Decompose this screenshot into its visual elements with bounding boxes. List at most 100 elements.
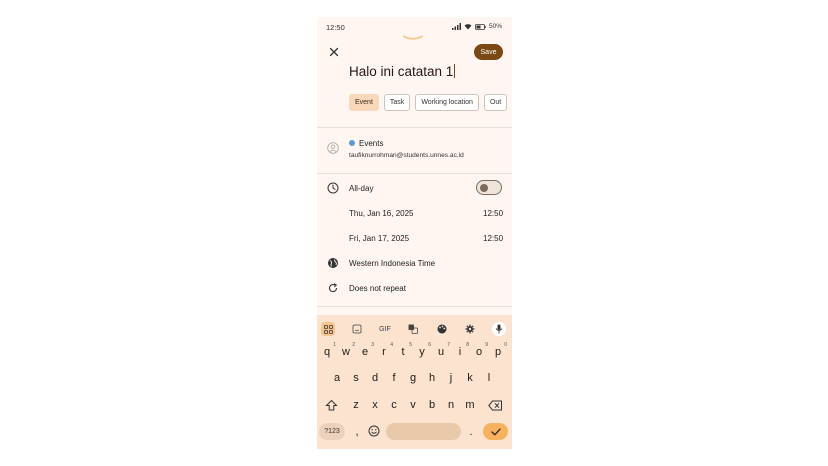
key-comma[interactable]: , xyxy=(349,426,365,438)
chip-out-of-office[interactable]: Out xyxy=(483,94,508,111)
key-h[interactable]: h xyxy=(424,372,440,384)
key-label: w xyxy=(342,346,350,358)
voice-input-button[interactable] xyxy=(492,322,506,336)
end-date[interactable]: Fri, Jan 17, 2025 xyxy=(349,234,409,243)
globe-icon xyxy=(328,258,338,268)
key-label: i xyxy=(458,346,462,358)
repeat-icon xyxy=(328,283,338,293)
keyboard-apps-button[interactable] xyxy=(321,322,335,336)
key-hint: 5 xyxy=(409,342,412,348)
signal-icon xyxy=(451,23,461,30)
key-z[interactable]: z xyxy=(348,399,364,411)
repeat-selector[interactable]: Does not repeat xyxy=(349,284,406,293)
start-time[interactable]: 12:50 xyxy=(483,209,503,218)
theme-button[interactable] xyxy=(435,322,449,336)
status-icons: 50% xyxy=(451,23,502,30)
key-d[interactable]: d xyxy=(367,372,383,384)
microphone-icon xyxy=(495,324,503,334)
key-c[interactable]: c xyxy=(386,399,402,411)
emoji-icon[interactable] xyxy=(368,425,380,437)
shift-icon[interactable] xyxy=(325,399,338,412)
timezone-selector[interactable]: Western Indonesia Time xyxy=(349,259,435,268)
key-n[interactable]: n xyxy=(443,399,459,411)
key-b[interactable]: b xyxy=(424,399,440,411)
enter-key[interactable] xyxy=(483,423,508,440)
divider xyxy=(317,173,512,174)
gif-button[interactable]: GIF xyxy=(378,322,392,336)
clock-icon xyxy=(327,182,339,194)
calendar-name: Events xyxy=(359,139,384,148)
key-period[interactable]: . xyxy=(463,426,479,438)
translate-icon xyxy=(408,324,418,334)
key-e[interactable]: e3 xyxy=(357,342,374,358)
all-day-label: All-day xyxy=(349,184,374,193)
key-label: u xyxy=(437,346,445,358)
key-hint: 2 xyxy=(352,342,355,348)
key-hint: 4 xyxy=(390,342,393,348)
grid-icon xyxy=(323,324,333,334)
palette-icon xyxy=(437,324,447,334)
key-x[interactable]: x xyxy=(367,399,383,411)
key-v[interactable]: v xyxy=(405,399,421,411)
key-label: r xyxy=(382,346,386,358)
divider xyxy=(317,127,512,128)
translate-button[interactable] xyxy=(406,322,420,336)
close-icon[interactable] xyxy=(327,45,341,59)
key-y[interactable]: y6 xyxy=(414,342,431,358)
key-m[interactable]: m xyxy=(462,399,478,411)
space-bar[interactable] xyxy=(386,423,461,440)
key-hint: 1 xyxy=(333,342,336,348)
battery-level: 50% xyxy=(488,23,502,30)
key-q[interactable]: q1 xyxy=(319,342,336,358)
divider xyxy=(317,306,512,307)
status-time: 12:50 xyxy=(326,23,345,32)
toggle-knob xyxy=(480,183,488,192)
key-o[interactable]: o9 xyxy=(471,342,488,358)
sticker-icon xyxy=(352,324,362,334)
key-k[interactable]: k xyxy=(462,372,478,384)
keyboard-settings-button[interactable] xyxy=(463,322,477,336)
event-title-text: Halo ini catatan 1 xyxy=(349,64,454,79)
key-t[interactable]: t5 xyxy=(395,342,412,358)
save-button[interactable]: Save xyxy=(474,44,503,60)
key-w[interactable]: w2 xyxy=(338,342,355,358)
key-g[interactable]: g xyxy=(405,372,421,384)
drag-handle-icon[interactable] xyxy=(402,35,424,41)
key-hint: 0 xyxy=(504,342,507,348)
calendar-selector[interactable]: Events xyxy=(349,139,383,148)
key-l[interactable]: l xyxy=(481,372,497,384)
calendar-color-dot xyxy=(349,140,355,146)
key-f[interactable]: f xyxy=(386,372,402,384)
key-s[interactable]: s xyxy=(348,372,364,384)
key-label: q xyxy=(323,346,331,358)
key-p[interactable]: p0 xyxy=(490,342,507,358)
key-hint: 9 xyxy=(485,342,488,348)
key-r[interactable]: r4 xyxy=(376,342,393,358)
key-hint: 6 xyxy=(428,342,431,348)
all-day-toggle[interactable] xyxy=(476,180,502,195)
account-icon xyxy=(327,142,339,154)
end-time[interactable]: 12:50 xyxy=(483,234,503,243)
battery-icon xyxy=(475,23,486,30)
key-j[interactable]: j xyxy=(443,372,459,384)
event-type-chips: Event Task Working location Out xyxy=(349,94,508,111)
key-label: y xyxy=(419,346,425,358)
symbols-key[interactable]: ?123 xyxy=(319,423,345,440)
calendar-account-email: taufiknurrohman@students.unnes.ac.id xyxy=(349,152,464,159)
key-label: o xyxy=(475,346,483,358)
phone-screen: 12:50 50% Save Halo ini catatan 1 Event … xyxy=(317,17,512,449)
chip-event[interactable]: Event xyxy=(349,94,379,111)
key-hint: 7 xyxy=(447,342,450,348)
event-title-input[interactable]: Halo ini catatan 1 xyxy=(349,64,456,79)
key-i[interactable]: i8 xyxy=(452,342,469,358)
start-date[interactable]: Thu, Jan 16, 2025 xyxy=(349,209,414,218)
chip-working-location[interactable]: Working location xyxy=(415,94,479,111)
key-u[interactable]: u7 xyxy=(433,342,450,358)
chip-task[interactable]: Task xyxy=(383,94,411,111)
backspace-icon[interactable] xyxy=(488,400,503,411)
key-label: e xyxy=(361,346,369,358)
gear-icon xyxy=(465,324,475,334)
sticker-button[interactable] xyxy=(350,322,364,336)
key-a[interactable]: a xyxy=(329,372,345,384)
checkmark-icon xyxy=(490,428,501,435)
